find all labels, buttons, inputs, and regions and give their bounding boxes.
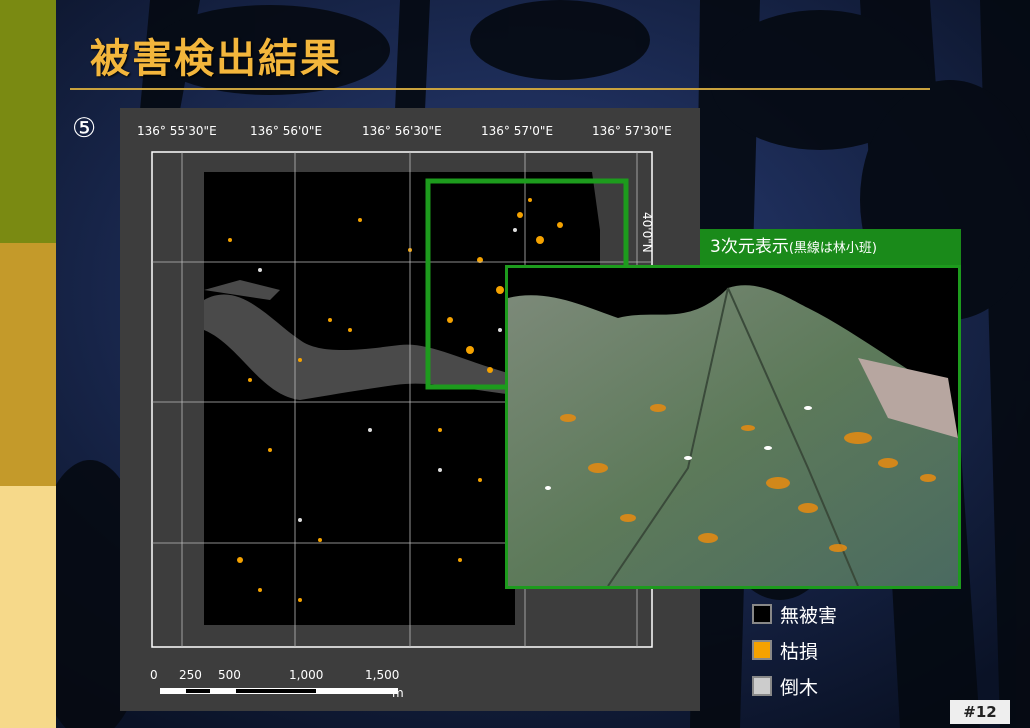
lon-label-4: 136° 57'0"E xyxy=(481,124,554,138)
lon-label-3: 136° 56'30"E xyxy=(362,124,442,138)
scale-tick-1000: 1,000 xyxy=(289,668,324,682)
terrain-3d-image xyxy=(508,268,958,586)
scale-unit: m xyxy=(392,686,404,700)
scale-tick-250: 250 xyxy=(179,668,202,682)
scale-tick-0: 0 xyxy=(150,668,158,682)
legend-swatch-black xyxy=(752,604,772,624)
lat-label: 40'0"N xyxy=(640,212,654,253)
legend-swatch-grey xyxy=(752,676,772,696)
legend-label: 枯損 xyxy=(780,640,819,663)
view3d-title: 3次元表示 xyxy=(710,237,789,257)
view3d-subtitle: (黒線は林小班) xyxy=(788,241,877,256)
legend-label: 無被害 xyxy=(780,604,838,627)
legend-swatch-orange xyxy=(752,640,772,660)
scale-tick-500: 500 xyxy=(218,668,241,682)
scale-tick-1500: 1,500 xyxy=(365,668,400,682)
view3d-label: 3次元表示(黒線は林小班) xyxy=(700,229,961,265)
legend-label: 倒木 xyxy=(780,676,819,699)
lon-label-2: 136° 56'0"E xyxy=(250,124,323,138)
legend: 無被害 枯損 倒木 xyxy=(752,596,837,704)
lon-label-5: 136° 57'30"E xyxy=(592,124,672,138)
terrain-3d-view xyxy=(505,265,961,589)
legend-item-no-damage: 無被害 xyxy=(752,596,837,632)
legend-item-dead: 枯損 xyxy=(752,632,837,668)
lon-label-1: 136° 55'30"E xyxy=(137,124,217,138)
legend-item-fallen: 倒木 xyxy=(752,668,837,704)
page-number: #12 xyxy=(950,700,1010,724)
